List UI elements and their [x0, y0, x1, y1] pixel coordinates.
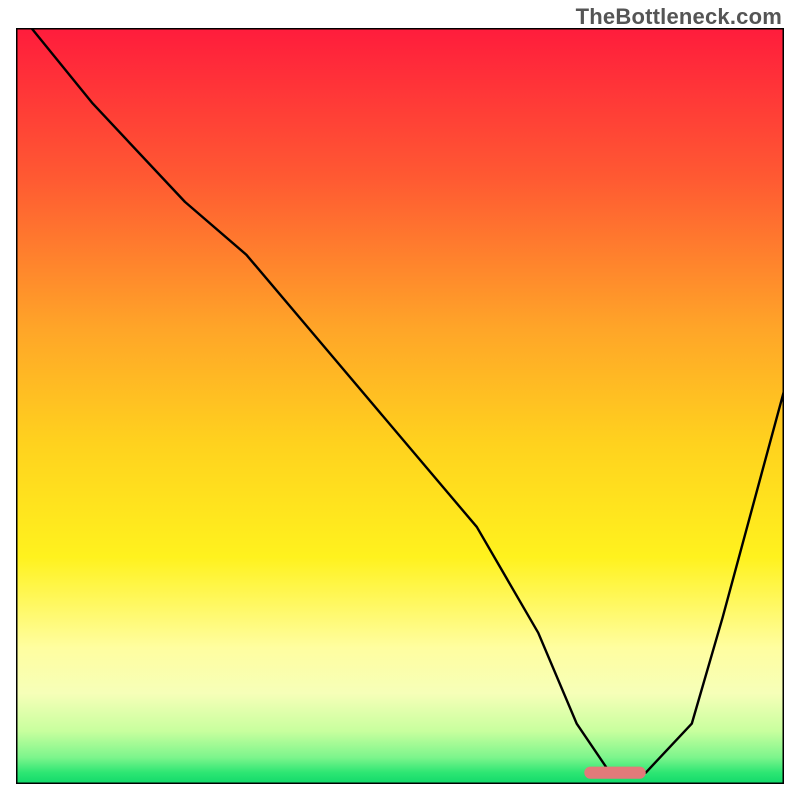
- optimal-range-marker: [584, 767, 645, 779]
- chart-svg: [16, 28, 784, 784]
- chart-container: TheBottleneck.com: [0, 0, 800, 800]
- watermark-text: TheBottleneck.com: [576, 4, 782, 30]
- chart-plot-area: [16, 28, 784, 784]
- gradient-background: [16, 28, 784, 784]
